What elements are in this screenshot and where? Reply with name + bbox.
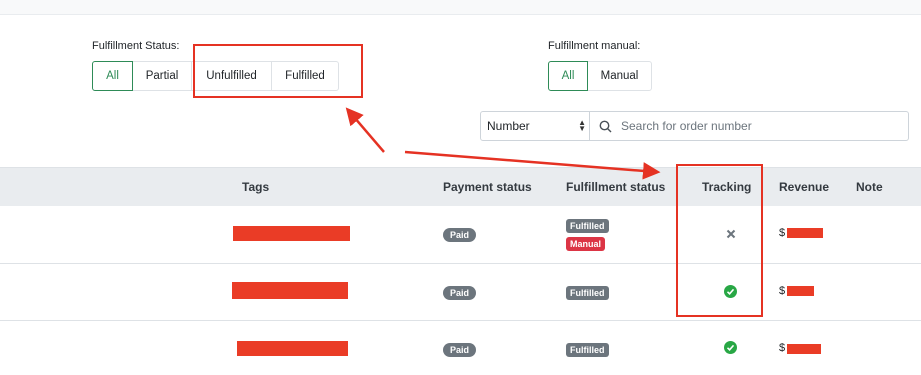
annotation-arrow-to-status [345,107,385,153]
fulfillment-manual-all-button[interactable]: All [548,61,588,91]
annotation-arrows [345,107,661,180]
fulfillment-status-all-button[interactable]: All [92,61,133,91]
annotation-arrow-to-tracking [404,150,661,180]
